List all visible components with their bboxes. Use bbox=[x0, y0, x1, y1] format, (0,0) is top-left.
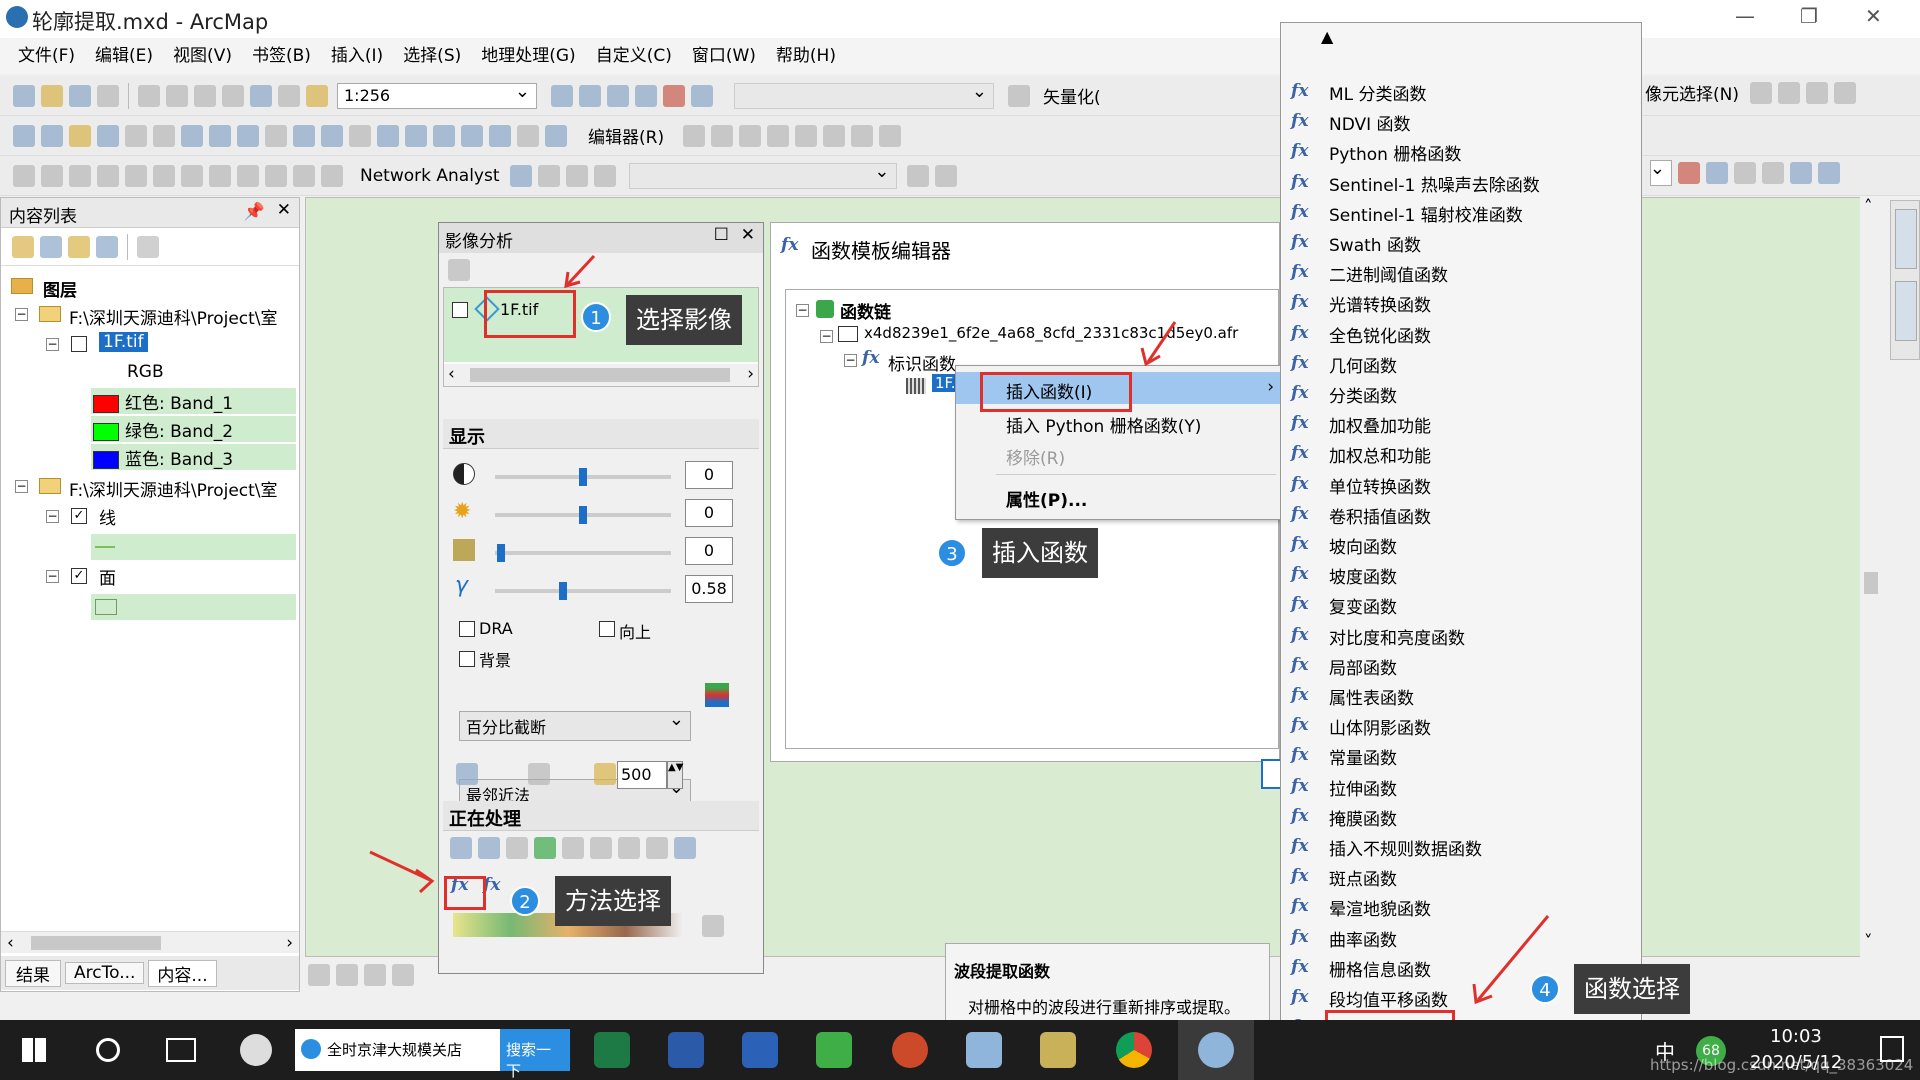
sogou-icon[interactable] bbox=[240, 1034, 272, 1066]
chrome-icon[interactable] bbox=[1116, 1032, 1152, 1068]
taskbar: 全时京津大规模关店 搜索一下 中 68 10:03 2020/5/12 http… bbox=[0, 1020, 1920, 1080]
watermark-text: https://blog.csdn.net/qq_38363024 bbox=[1650, 1056, 1914, 1074]
callout-insert-function: 插入函数 bbox=[982, 528, 1098, 578]
search-app-icon[interactable] bbox=[966, 1032, 1002, 1068]
callout-number-2: 2 bbox=[510, 886, 540, 916]
search-box-text: 全时京津大规模关店 bbox=[327, 1041, 463, 1059]
arcmap-taskbar-icon bbox=[1198, 1032, 1234, 1068]
search-button[interactable]: 搜索一下 bbox=[500, 1029, 570, 1080]
callout-number-1: 1 bbox=[581, 302, 611, 332]
word-icon[interactable] bbox=[742, 1032, 778, 1068]
callout-method-select: 方法选择 bbox=[555, 876, 671, 926]
callout-number-3: 3 bbox=[937, 538, 967, 568]
search-box[interactable]: 全时京津大规模关店 bbox=[295, 1029, 500, 1071]
arccatalog-icon[interactable] bbox=[1040, 1032, 1076, 1068]
callout-number-4: 4 bbox=[1530, 974, 1560, 1004]
edge-icon bbox=[301, 1039, 321, 1059]
clock-time[interactable]: 10:03 bbox=[1770, 1026, 1822, 1047]
wechat-icon[interactable] bbox=[816, 1032, 852, 1068]
start-icon[interactable] bbox=[22, 1038, 46, 1062]
powerpoint-icon[interactable] bbox=[892, 1032, 928, 1068]
callout-function-select-text: 函数选择 bbox=[1584, 975, 1680, 1003]
callout-select-image: 选择影像 bbox=[626, 295, 742, 345]
callout-function-select: 函数选择 bbox=[1574, 964, 1690, 1014]
excel-icon[interactable] bbox=[594, 1032, 630, 1068]
cortana-icon[interactable] bbox=[96, 1038, 120, 1062]
notification-icon[interactable] bbox=[1880, 1036, 1904, 1062]
callout-method-select-text: 方法选择 bbox=[565, 887, 661, 915]
arcmap-taskbar-item[interactable] bbox=[1178, 1020, 1254, 1080]
callout-insert-function-text: 插入函数 bbox=[992, 539, 1088, 567]
visio-icon[interactable] bbox=[668, 1032, 704, 1068]
task-view-icon[interactable] bbox=[166, 1038, 196, 1062]
callout-select-image-text: 选择影像 bbox=[636, 306, 732, 334]
